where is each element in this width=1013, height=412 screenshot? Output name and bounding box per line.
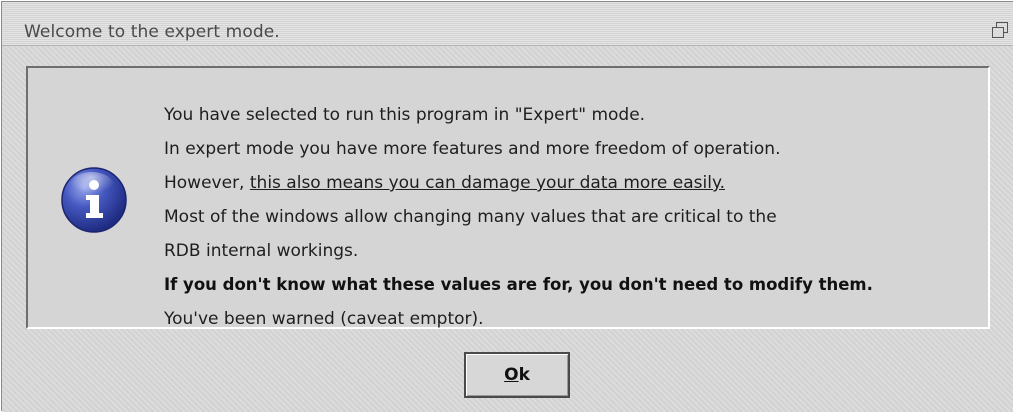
message-panel: You have selected to run this program in… [26, 66, 990, 329]
message-line-3-prefix: However, [164, 173, 250, 193]
window-title: Welcome to the expert mode. [24, 22, 280, 42]
message-line-5: RDB internal workings. [164, 241, 359, 261]
info-icon [61, 167, 127, 233]
message-line-2: In expert mode you have more features an… [164, 139, 781, 159]
title-bar[interactable]: Welcome to the expert mode. [2, 2, 1013, 46]
ok-button[interactable]: Ok [464, 352, 570, 398]
restore-window-icon[interactable] [992, 22, 1008, 38]
message-line-1: You have selected to run this program in… [164, 105, 646, 125]
expert-mode-dialog: Welcome to the expert mode. You have sel… [1, 1, 1013, 412]
ok-button-mnemonic: O [504, 365, 519, 385]
warning-underlined-text: this also means you can damage your data… [249, 173, 725, 193]
message-line-7: You've been warned (caveat emptor). [164, 309, 484, 329]
dialog-content: You have selected to run this program in… [2, 46, 1013, 412]
bold-warning-line: If you don't know what these values are … [164, 275, 873, 294]
message-text: You have selected to run this program in… [164, 98, 990, 336]
ok-button-label-rest: k [518, 365, 530, 385]
message-line-3: However, this also means you can damage … [164, 166, 990, 200]
message-line-4: Most of the windows allow changing many … [164, 207, 777, 227]
